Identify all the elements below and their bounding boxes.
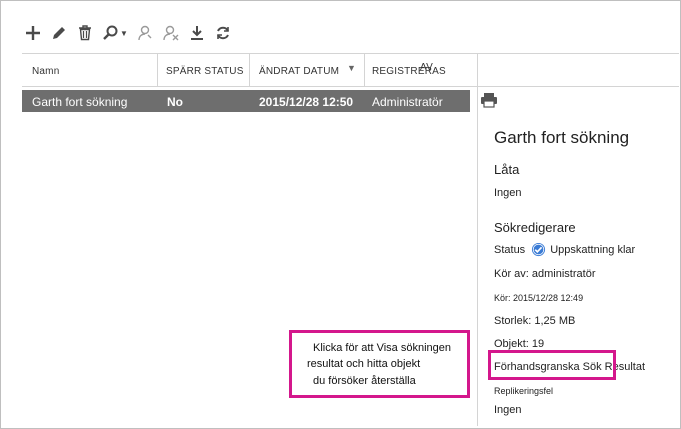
column-header-modified-date[interactable]: ÄNDRAT DATUM [259, 66, 339, 77]
status-row: Status Uppskattning klar [494, 242, 635, 257]
details-title: Garth fort sökning [494, 128, 630, 147]
add-icon[interactable] [22, 22, 44, 44]
size-text: Storlek: 1,25 MB [494, 315, 576, 327]
delete-icon[interactable] [74, 22, 96, 44]
status-value: Uppskattning klar [550, 243, 636, 256]
header-bottom-border [22, 86, 679, 87]
details-section-heading: Sökredigerare [494, 220, 576, 235]
sort-descending-icon[interactable]: ▼ [347, 63, 356, 73]
callout-text-line-3: du försöker återställa [313, 375, 416, 387]
refresh-icon[interactable] [212, 22, 234, 44]
chevron-down-icon[interactable]: ▼ [120, 29, 128, 38]
search-icon[interactable] [100, 22, 122, 44]
download-icon[interactable] [186, 22, 208, 44]
row-registered-by-cell: Administratör [372, 95, 443, 109]
check-circle-icon [532, 242, 546, 257]
row-name-cell: Garth fort sökning [32, 95, 128, 109]
print-icon[interactable] [480, 92, 498, 108]
column-header-lock-status[interactable]: SPÄRR STATUS [166, 66, 244, 77]
header-top-border [22, 53, 679, 54]
replication-label: Replikeringsfel [494, 386, 554, 396]
status-label: Status [494, 243, 526, 256]
details-section-heading: Låta [494, 162, 520, 177]
objects-text: Objekt: 19 [494, 338, 545, 350]
person-remove-icon[interactable] [160, 22, 182, 44]
run-by-text: Kör av: administratör [494, 268, 596, 280]
toolbar: ▼ [22, 22, 238, 44]
callout-text-line-1: Klicka för att Visa sökningen [313, 342, 451, 354]
edit-icon[interactable] [48, 22, 70, 44]
replication-value: Ingen [494, 404, 522, 416]
details-pane-divider [477, 54, 478, 426]
column-divider [249, 54, 250, 86]
person-search-icon[interactable] [134, 22, 156, 44]
column-divider [157, 54, 158, 86]
run-at-text: Kör: 2015/12/28 12:49 [494, 293, 584, 303]
highlight-box [488, 350, 616, 380]
row-lock-status-cell: No [167, 95, 183, 109]
column-header-name[interactable]: Namn [32, 66, 59, 77]
column-header-registered[interactable]: REGISTRERAS [372, 66, 446, 77]
column-divider [364, 54, 365, 86]
details-section-value: Ingen [494, 187, 522, 199]
callout-text-line-2: resultat och hitta objekt [307, 358, 421, 370]
column-header-by: AV [420, 62, 433, 73]
row-modified-cell: 2015/12/28 12:50 [259, 95, 354, 109]
